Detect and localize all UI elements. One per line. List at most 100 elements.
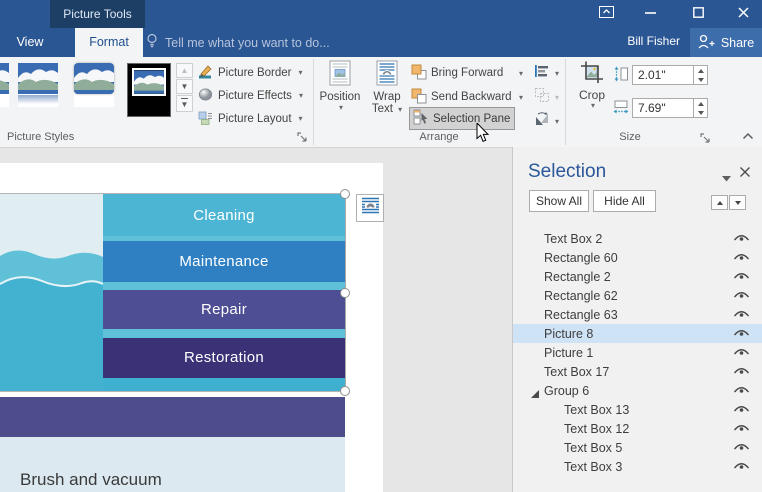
picture-teal-panel: Cleaning Maintenance Repair Restoration: [103, 194, 345, 391]
eye-visibility-icon[interactable]: [733, 347, 750, 361]
shape-width-spinner[interactable]: 7.69": [632, 98, 708, 118]
size-dialog-launcher[interactable]: [699, 131, 711, 143]
dropdown-arrow-icon: ▾: [590, 101, 595, 110]
list-item[interactable]: Text Box 12: [513, 419, 762, 438]
ribbon-display-options-button[interactable]: [592, 5, 620, 23]
spin-down-button[interactable]: [694, 75, 707, 84]
list-item[interactable]: Rectangle 62: [513, 286, 762, 305]
move-down-button[interactable]: [729, 195, 746, 210]
eye-visibility-icon[interactable]: [733, 309, 750, 323]
gallery-more-button[interactable]: ▼: [176, 95, 193, 112]
close-button[interactable]: [728, 5, 758, 23]
group-objects-button[interactable]: ▾: [534, 86, 568, 108]
maximize-button[interactable]: [684, 5, 712, 23]
minimize-button[interactable]: [636, 5, 664, 23]
eye-visibility-icon[interactable]: [733, 366, 750, 380]
gallery-scroll-down-button[interactable]: ▼: [176, 79, 193, 94]
picture-border-button[interactable]: Picture Border ▾: [198, 62, 312, 83]
selection-pane-button[interactable]: Selection Pane: [409, 107, 515, 130]
expand-collapse-icon[interactable]: [531, 387, 539, 401]
align-objects-icon: [534, 63, 550, 84]
list-item[interactable]: Picture 1: [513, 343, 762, 362]
picture-style-thumbnail-partial[interactable]: [0, 63, 9, 107]
item-label: Picture 1: [544, 345, 594, 360]
list-item-selected[interactable]: Picture 8: [513, 324, 762, 343]
list-item[interactable]: Text Box 2: [513, 229, 762, 248]
picture-styles-dialog-launcher[interactable]: [296, 130, 308, 142]
hide-all-button[interactable]: Hide All: [593, 190, 656, 212]
picture-style-thumbnail-framed[interactable]: [127, 63, 171, 117]
selection-pane-list: Text Box 2 Rectangle 60 Rectangle 2 Rect…: [513, 229, 762, 476]
list-item[interactable]: Text Box 17: [513, 362, 762, 381]
list-item[interactable]: Rectangle 60: [513, 248, 762, 267]
bring-forward-button[interactable]: Bring Forward ▾: [411, 62, 523, 84]
eye-visibility-icon[interactable]: [733, 423, 750, 437]
gallery-scroll-up-button[interactable]: ▲: [176, 63, 193, 78]
shape-width-icon: [613, 99, 629, 120]
tab-format[interactable]: Format: [75, 28, 143, 57]
eye-visibility-icon[interactable]: [733, 290, 750, 304]
document-page[interactable]: Cleaning Maintenance Repair Restoration …: [0, 163, 383, 492]
show-all-button[interactable]: Show All: [529, 190, 589, 212]
pane-options-button[interactable]: [722, 169, 731, 187]
bring-forward-icon: [411, 64, 427, 83]
crop-button[interactable]: Crop ▾: [571, 60, 613, 122]
eye-visibility-icon[interactable]: [733, 328, 750, 342]
picture-style-thumbnail-rounded[interactable]: [74, 63, 114, 107]
eye-visibility-icon[interactable]: [733, 442, 750, 456]
picture-style-thumbnail-reflection[interactable]: [18, 63, 58, 107]
tab-view[interactable]: View: [0, 28, 60, 57]
spin-up-button[interactable]: [694, 66, 707, 75]
position-button[interactable]: Position ▾: [317, 60, 363, 140]
picture-effects-icon: [198, 87, 213, 105]
shape-height-spinner[interactable]: 2.01": [632, 65, 708, 85]
rotate-objects-button[interactable]: ▾: [534, 110, 568, 132]
resize-handle-top-right[interactable]: [340, 189, 350, 199]
spin-down-button[interactable]: [694, 108, 707, 117]
collapse-ribbon-button[interactable]: [741, 129, 755, 147]
move-up-button[interactable]: [711, 195, 728, 210]
eye-visibility-icon[interactable]: [733, 271, 750, 285]
eye-visibility-icon[interactable]: [733, 385, 750, 399]
rotate-objects-icon: [534, 111, 550, 132]
dropdown-arrow-icon: ▾: [298, 114, 303, 123]
shape-width-value[interactable]: 7.69": [633, 99, 693, 117]
list-item-group[interactable]: Group 6: [513, 381, 762, 400]
user-name[interactable]: Bill Fisher: [600, 34, 680, 48]
spin-up-button[interactable]: [694, 99, 707, 108]
eye-visibility-icon[interactable]: [733, 404, 750, 418]
list-item[interactable]: Text Box 3: [513, 457, 762, 476]
layout-options-button[interactable]: [356, 194, 384, 222]
list-item[interactable]: Rectangle 2: [513, 267, 762, 286]
wrap-text-icon: [376, 60, 398, 89]
caption-text: Brush and vacuum: [20, 470, 162, 489]
selected-picture[interactable]: Cleaning Maintenance Repair Restoration: [0, 193, 346, 392]
dropdown-arrow-icon: ▾: [518, 68, 523, 78]
item-label: Text Box 3: [564, 459, 623, 474]
dropdown-arrow-icon: ▾: [518, 92, 523, 102]
caption-area: Brush and vacuum: [0, 437, 345, 492]
align-objects-button[interactable]: ▾: [534, 62, 568, 84]
list-item[interactable]: Text Box 13: [513, 400, 762, 419]
pane-close-button[interactable]: [739, 165, 751, 183]
eye-visibility-icon[interactable]: [733, 461, 750, 475]
picture-effects-button[interactable]: Picture Effects ▾: [198, 85, 312, 106]
resize-handle-middle-right[interactable]: [340, 288, 350, 298]
eye-visibility-icon[interactable]: [733, 233, 750, 247]
wrap-text-button[interactable]: Wrap Text ▾: [364, 60, 410, 140]
picture-layout-button[interactable]: Picture Layout ▾: [198, 108, 312, 129]
item-label: Picture 8: [544, 326, 594, 341]
bar-repair: Repair: [103, 290, 345, 329]
picture-layout-icon: [198, 110, 213, 128]
resize-handle-bottom-right[interactable]: [340, 386, 350, 396]
eye-visibility-icon[interactable]: [733, 252, 750, 266]
send-backward-button[interactable]: Send Backward ▾: [411, 86, 523, 108]
dropdown-arrow-icon: ▾: [398, 105, 403, 114]
item-label: Text Box 13: [564, 402, 630, 417]
shape-height-value[interactable]: 2.01": [633, 66, 693, 84]
tell-me-box[interactable]: Tell me what you want to do...: [146, 31, 330, 54]
list-item[interactable]: Rectangle 63: [513, 305, 762, 324]
list-item[interactable]: Text Box 5: [513, 438, 762, 457]
share-button[interactable]: Share: [690, 28, 762, 57]
item-label: Text Box 5: [564, 440, 623, 455]
